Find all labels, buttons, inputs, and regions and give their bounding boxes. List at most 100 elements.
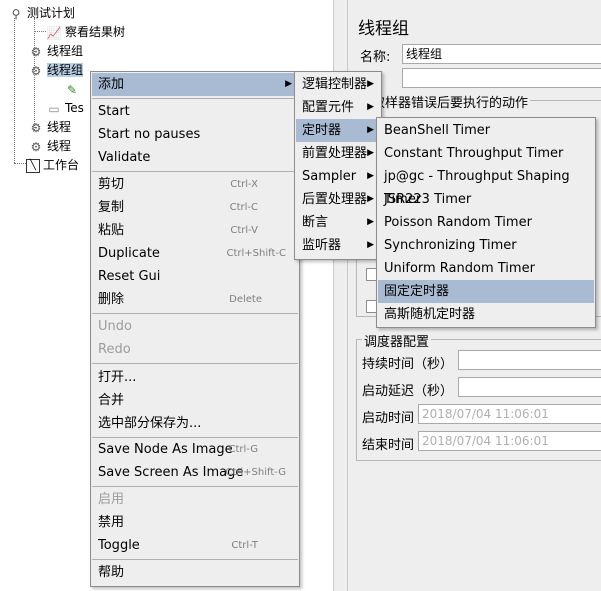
menu-item-disable[interactable]: 禁用 [92,511,298,534]
menu-item-help[interactable]: 帮助 [92,561,298,584]
menu-item-timer[interactable]: 定时器 ▶ [296,119,380,142]
tree-label: 线程 [47,139,72,153]
tree-label: 工作台 [43,158,80,172]
tree-item-test[interactable]: ▭ Tes [46,99,84,117]
name-field[interactable]: 线程组 [402,44,601,64]
menu-item-constant-throughput-timer[interactable]: Constant Throughput Timer [378,142,594,165]
menu-item-logic-controller[interactable]: 逻辑控制器 ▶ [296,73,380,96]
chart-icon: 📈 [46,25,62,40]
menu-label: Synchronizing Timer [384,238,517,253]
menu-label: 定时器 [302,123,342,138]
duration-field[interactable] [458,350,601,370]
tree-item-child[interactable]: ✎ [64,80,83,98]
gear-icon: ⚙ [30,120,42,135]
tree-label: Tes [65,101,84,115]
menu-item-merge[interactable]: 合并 [92,389,298,412]
menu-item-jsr223-timer[interactable]: JSR223 Timer [378,188,594,211]
menu-label: Start no pauses [98,127,201,142]
tree-item-thread-group[interactable]: ⚙ 线程 [28,137,71,155]
menu-item-add[interactable]: 添加 ▶ [92,73,298,96]
tree-label: 线程组 [47,44,84,58]
menu-item-sampler[interactable]: Sampler ▶ [296,165,380,188]
menu-item-cut[interactable]: 剪切 Ctrl-X [92,173,298,196]
end-time-field[interactable]: 2018/07/04 11:06:01 [418,431,601,451]
menu-label: Redo [98,342,131,357]
tree-item-thread-group[interactable]: ⚙ 线程 [28,118,71,136]
menu-label: 帮助 [98,565,125,580]
menu-item-open[interactable]: 打开... [92,366,298,389]
menu-item-beanshell-timer[interactable]: BeanShell Timer [378,119,594,142]
menu-label: 合并 [98,393,125,408]
submenu-arrow-icon: ▶ [367,217,374,227]
menu-separator [92,559,298,560]
menu-label: Undo [98,319,132,334]
shortcut-label: Ctrl-X [230,179,258,190]
shortcut-label: Ctrl-G [228,444,258,455]
menu-item-enable[interactable]: 启用 [92,488,298,511]
menu-label: 断言 [302,215,329,230]
submenu-arrow-icon: ▶ [367,194,374,204]
shortcut-label: Ctrl-T [231,540,258,551]
menu-item-duplicate[interactable]: Duplicate Ctrl+Shift-C [92,242,298,265]
test-plan-icon: ⚲ [11,6,21,21]
tree-item-thread-group[interactable]: ⚙ 线程组 [28,42,83,60]
menu-item-start-no-pauses[interactable]: Start no pauses [92,123,298,146]
menu-item-delete[interactable]: 删除 Delete [92,288,298,311]
menu-label: 剪切 [98,177,125,192]
menu-item-uniform-random-timer[interactable]: Uniform Random Timer [378,257,594,280]
menu-label: Start [98,104,130,119]
submenu-arrow-icon: ▶ [367,171,374,181]
menu-label: Poisson Random Timer [384,215,532,230]
submenu-arrow-icon: ▶ [367,79,374,89]
shortcut-label: Delete [229,294,262,305]
menu-label: 添加 [98,77,125,92]
menu-label: BeanShell Timer [384,123,491,138]
menu-label: 后置处理器 [302,192,368,207]
delay-field[interactable] [458,377,601,397]
menu-label: Duplicate [98,246,160,261]
name-label: 名称: [360,50,391,65]
menu-label: Validate [98,150,151,165]
menu-label: 启用 [98,492,125,507]
menu-item-assertion[interactable]: 断言 ▶ [296,211,380,234]
tree-item-thread-group-selected[interactable]: ⚙ 线程组 [28,61,84,79]
context-menu: 添加 ▶ Start Start no pauses Validate 剪切 Ctr… [90,71,300,587]
tree-item-workbench[interactable]: ╲ 工作台 [26,156,79,174]
menu-item-listener[interactable]: 监听器 ▶ [296,234,380,257]
menu-item-post-processor[interactable]: 后置处理器 ▶ [296,188,380,211]
menu-item-save-screen-image[interactable]: Save Screen As Image Ctrl+Shift-G [92,461,298,484]
menu-item-constant-timer[interactable]: 固定定时器 [378,280,594,303]
menu-item-save-selection[interactable]: 选中部分保存为... [92,412,298,435]
tree-item-test-plan[interactable]: ⚲ 测试计划 [8,4,75,22]
menu-label: 配置元件 [302,100,355,115]
menu-item-redo[interactable]: Redo [92,338,298,361]
menu-item-config-element[interactable]: 配置元件 ▶ [296,96,380,119]
menu-item-reset-gui[interactable]: Reset Gui [92,265,298,288]
menu-separator [92,363,298,364]
menu-item-start[interactable]: Start [92,100,298,123]
menu-label: JSR223 Timer [384,192,472,207]
menu-item-toggle[interactable]: Toggle Ctrl-T [92,534,298,557]
tree-item-result-tree[interactable]: 📈 察看结果树 [46,23,126,41]
add-submenu: 逻辑控制器 ▶ 配置元件 ▶ 定时器 ▶ 前置处理器 ▶ Sampler ▶ 后置处理器 ▶… [294,71,382,260]
menu-label: 固定定时器 [384,284,450,299]
menu-label: Constant Throughput Timer [384,146,564,161]
menu-label: Save Screen As Image [98,465,244,480]
menu-item-poisson-random-timer[interactable]: Poisson Random Timer [378,211,594,234]
menu-item-copy[interactable]: 复制 Ctrl-C [92,196,298,219]
menu-item-undo[interactable]: Undo [92,315,298,338]
menu-item-pre-processor[interactable]: 前置处理器 ▶ [296,142,380,165]
pipette-icon: ✎ [66,82,78,97]
menu-item-paste[interactable]: 粘贴 Ctrl-V [92,219,298,242]
start-time-field[interactable]: 2018/07/04 11:06:01 [418,404,601,424]
menu-label: 高斯随机定时器 [384,307,476,322]
menu-item-synchronizing-timer[interactable]: Synchronizing Timer [378,234,594,257]
submenu-arrow-icon: ▶ [367,240,374,250]
menu-item-validate[interactable]: Validate [92,146,298,169]
menu-item-gaussian-random-timer[interactable]: 高斯随机定时器 [378,303,594,326]
comment-field[interactable] [402,68,601,88]
menu-item-throughput-shaping-timer[interactable]: jp@gc - Throughput Shaping Timer [378,165,594,207]
page-title: 线程组 [358,19,409,39]
menu-label: Toggle [98,538,140,553]
menu-item-save-node-image[interactable]: Save Node As Image Ctrl-G [92,438,298,461]
